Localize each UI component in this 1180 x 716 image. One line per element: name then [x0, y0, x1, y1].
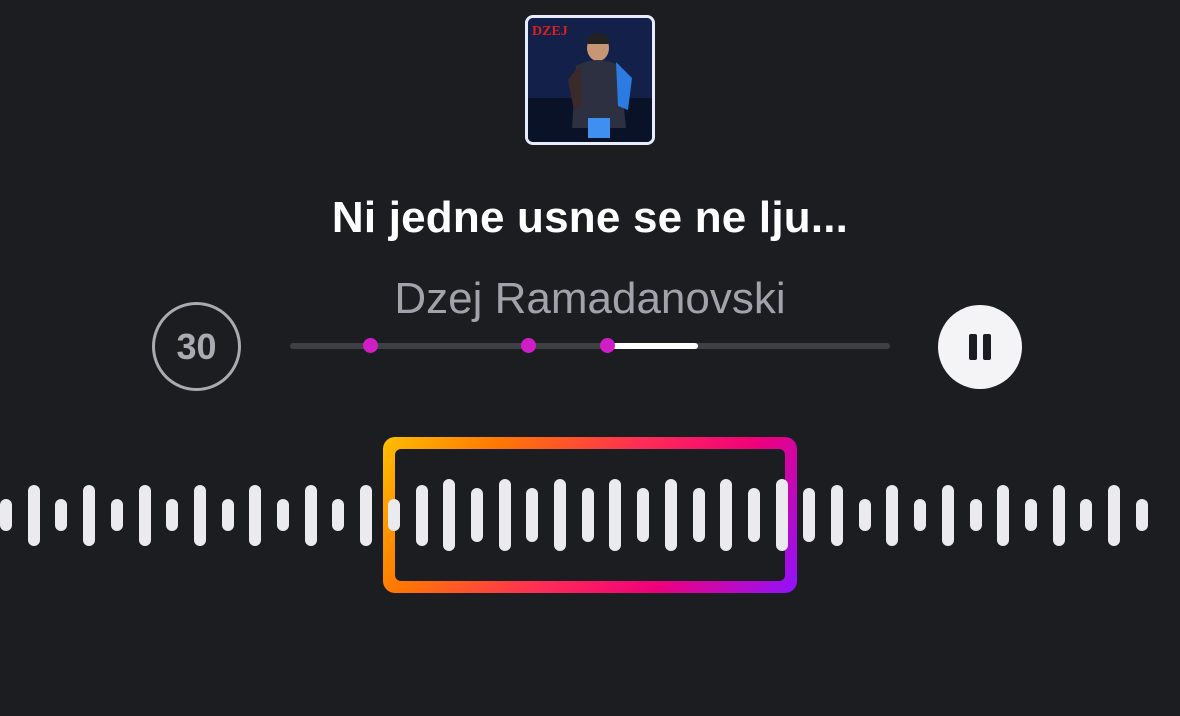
waveform-bar	[831, 485, 843, 546]
waveform-bar	[471, 488, 483, 542]
waveform-bar	[526, 488, 538, 542]
waveform-bar	[305, 485, 317, 546]
waveform-bar	[886, 485, 898, 546]
waveform-bar	[859, 499, 871, 531]
waveform-bar	[166, 499, 178, 531]
waveform-bar	[139, 485, 151, 546]
waveform-bar	[222, 499, 234, 531]
waveform-bar	[582, 488, 594, 542]
waveform-bar	[28, 485, 40, 546]
waveform-bar	[776, 479, 788, 551]
waveform-bar	[997, 485, 1009, 546]
waveform-bar	[499, 479, 511, 551]
waveform-bar	[970, 499, 982, 531]
waveform-bar	[249, 485, 261, 546]
waveform-bar	[111, 499, 123, 531]
waveform-bar	[360, 485, 372, 546]
waveform-bar	[1136, 499, 1148, 531]
skip-30-label: 30	[176, 325, 217, 367]
waveform-bar	[416, 485, 428, 546]
audio-waveform[interactable]	[0, 430, 1180, 600]
waveform-bar	[332, 499, 344, 531]
waveform-bar	[637, 488, 649, 542]
waveform-bar	[55, 499, 67, 531]
waveform-bar	[443, 479, 455, 551]
progress-marker-2[interactable]	[520, 338, 536, 353]
skip-30-seconds-button[interactable]: 30	[152, 302, 241, 391]
album-logo-text: DZEJ	[532, 24, 568, 39]
waveform-bar	[720, 479, 732, 551]
progress-marker-1[interactable]	[363, 338, 379, 353]
waveform-bar	[277, 499, 289, 531]
waveform-bar	[914, 499, 926, 531]
waveform-bar	[1025, 499, 1037, 531]
waveform-bar	[554, 479, 566, 551]
waveform-bar	[748, 488, 760, 542]
progress-track[interactable]	[290, 338, 890, 353]
waveform-bar	[0, 499, 12, 531]
progress-marker-3[interactable]	[600, 338, 616, 353]
waveform-bar	[1108, 485, 1120, 546]
track-title: Ni jedne usne se ne lju...	[331, 193, 849, 242]
waveform-bar	[83, 485, 95, 546]
waveform-bar	[609, 479, 621, 551]
pause-button[interactable]	[938, 305, 1022, 389]
waveform-bar	[388, 499, 400, 531]
waveform-bar	[1053, 485, 1065, 546]
progress-selected-segment	[608, 343, 698, 349]
waveform-bar	[803, 488, 815, 542]
audio-clip-editor: DZEJ Ni jedne usne se ne lju... Dzej Ram…	[0, 0, 1180, 716]
pause-icon	[966, 334, 994, 360]
album-cover-image: DZEJ	[528, 18, 652, 142]
waveform-bar	[194, 485, 206, 546]
album-cover: DZEJ	[525, 15, 655, 145]
waveform-bar	[693, 488, 705, 542]
waveform-bar	[1080, 499, 1092, 531]
waveform-bar	[942, 485, 954, 546]
waveform-bar	[665, 479, 677, 551]
